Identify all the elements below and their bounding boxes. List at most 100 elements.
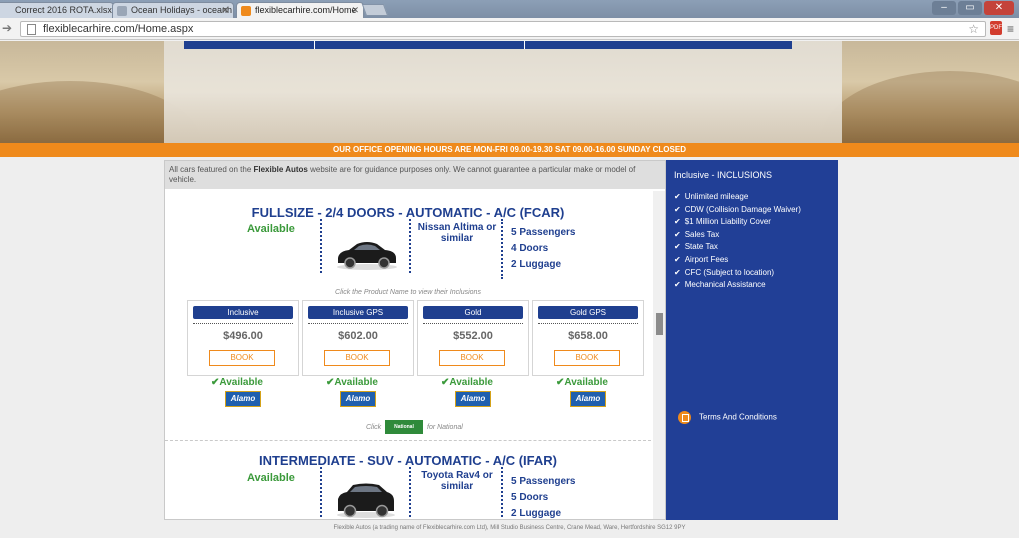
list-item: ✔ State Tax — [674, 242, 718, 252]
rate-name-button[interactable]: Gold — [423, 306, 523, 319]
divider — [538, 323, 638, 324]
divider — [308, 323, 408, 324]
inclusions-sidebar: Inclusive - INCLUSIONS ✔ Unlimited mileag… — [666, 160, 838, 520]
scrollbar-thumb[interactable] — [656, 313, 663, 335]
terms-link[interactable]: Terms And Conditions — [678, 411, 777, 424]
minimize-button[interactable]: – — [932, 1, 956, 15]
divider — [501, 467, 503, 519]
car-specs: 5 Passengers 4 Doors 2 Luggage — [511, 225, 576, 273]
rate-card-gold-gps: Gold GPS $658.00 BOOK — [532, 300, 644, 376]
tab-flexiblecarhire[interactable]: flexiblecarhire.com/Home ✕ — [236, 2, 364, 18]
inclusions-hint: Click the Product Name to view their Inc… — [335, 289, 481, 296]
rate-availability: ✔Available — [211, 377, 263, 388]
bookmark-star-icon[interactable]: ☆ — [968, 22, 979, 36]
check-icon: ✔ — [674, 280, 681, 290]
availability-label: Available — [247, 472, 295, 484]
results-scrollbar[interactable] — [653, 191, 665, 519]
car-image — [337, 483, 395, 518]
spec-passengers: 5 Passengers — [511, 227, 576, 238]
divider — [501, 219, 503, 279]
check-icon: ✔ — [674, 229, 681, 239]
national-click-label: Click — [366, 424, 382, 431]
hero-hill — [820, 71, 1019, 143]
list-item: ✔ Unlimited mileage — [674, 192, 749, 201]
document-icon — [678, 411, 691, 424]
rate-price: $496.00 — [223, 330, 263, 342]
check-icon: ✔ — [674, 192, 681, 201]
divider — [409, 467, 411, 519]
divider — [320, 219, 322, 273]
alamo-logo: Alamo — [570, 391, 606, 407]
list-item: ✔ Sales Tax — [674, 229, 720, 239]
alamo-logo: Alamo — [225, 391, 261, 407]
spec-luggage: 2 Luggage — [511, 259, 562, 270]
car-model: Toyota Rav4 or similar — [421, 470, 493, 492]
book-button[interactable]: BOOK — [439, 350, 505, 366]
window-close-button[interactable]: ✕ — [984, 1, 1014, 15]
maximize-button[interactable]: ▭ — [958, 1, 982, 15]
rate-name-button[interactable]: Inclusive — [193, 306, 293, 319]
rate-card-gold: Gold $552.00 BOOK — [417, 300, 529, 376]
tab-label: Correct 2016 ROTA.xlsx — [15, 5, 112, 15]
tab-label: Ocean Holidays - oceanh — [131, 5, 233, 15]
tab-label: flexiblecarhire.com/Home — [255, 5, 357, 15]
rate-price: $658.00 — [568, 330, 608, 342]
footer-address: Flexible Autos (a trading name of Flexib… — [333, 525, 686, 531]
rate-price: $552.00 — [453, 330, 493, 342]
browser-tab-bar: Correct 2016 ROTA.xlsx Ocean Holidays - … — [0, 0, 1019, 18]
rate-name-button[interactable]: Inclusive GPS — [308, 306, 408, 319]
rate-availability: ✔Available — [326, 377, 378, 388]
rate-name-button[interactable]: Gold GPS — [538, 306, 638, 319]
list-item: ✔ Airport Fees — [674, 254, 729, 264]
check-icon: ✔ — [674, 242, 681, 252]
spec-passengers: 5 Passengers — [511, 476, 576, 487]
close-icon[interactable]: ✕ — [221, 5, 229, 16]
national-suffix-label: for National — [427, 424, 463, 431]
inclusions-list: ✔ Unlimited mileage ✔ CDW (Collision Damag… — [674, 191, 801, 292]
check-icon: ✔ — [674, 254, 681, 264]
car-model: Nissan Altima or similar — [417, 222, 497, 244]
divider — [193, 323, 293, 324]
url-text: flexiblecarhire.com/Home.aspx — [43, 23, 194, 35]
car-title[interactable]: FULLSIZE - 2/4 DOORS - AUTOMATIC - A/C (… — [165, 205, 651, 220]
tab-rota[interactable]: Correct 2016 ROTA.xlsx — [0, 2, 114, 18]
extension-icon[interactable]: PDF — [990, 21, 1002, 35]
disclaimer: All cars featured on the Flexible Autos … — [165, 161, 665, 189]
check-icon: ✔ — [674, 204, 681, 214]
availability-label: Available — [247, 223, 295, 235]
results-panel: All cars featured on the Flexible Autos … — [164, 160, 666, 520]
rate-price: $602.00 — [338, 330, 378, 342]
list-item: ✔ CFC (Subject to location) — [674, 267, 775, 277]
rate-availability: ✔Available — [441, 377, 493, 388]
list-item: ✔ CDW (Collision Damage Waiver) — [674, 204, 801, 214]
list-item: ✔ Mechanical Assistance — [674, 280, 766, 290]
divider — [524, 41, 525, 49]
car-image — [337, 242, 397, 270]
back-arrow-icon[interactable]: ➔ — [2, 21, 12, 35]
national-logo-button[interactable]: National — [385, 420, 423, 434]
spec-doors: 4 Doors — [511, 243, 549, 254]
new-tab-button[interactable] — [361, 4, 389, 16]
book-button[interactable]: BOOK — [554, 350, 620, 366]
car-specs: 5 Passengers 5 Doors 2 Luggage — [511, 474, 576, 519]
page-icon — [27, 24, 36, 35]
book-button[interactable]: BOOK — [324, 350, 390, 366]
sidebar-title: Inclusive - INCLUSIONS — [674, 170, 773, 180]
close-icon[interactable]: ✕ — [351, 5, 359, 16]
divider — [409, 219, 411, 273]
car-title[interactable]: INTERMEDIATE - SUV - AUTOMATIC - A/C (IF… — [165, 453, 651, 468]
opening-hours-banner: OUR OFFICE OPENING HOURS ARE MON-FRI 09.… — [0, 143, 1019, 157]
tab-ocean-holidays[interactable]: Ocean Holidays - oceanh ✕ — [112, 2, 234, 18]
book-button[interactable]: BOOK — [209, 350, 275, 366]
alamo-logo: Alamo — [455, 391, 491, 407]
divider — [314, 41, 315, 49]
menu-icon[interactable]: ≡ — [1007, 22, 1014, 36]
site-favicon-icon — [241, 6, 251, 16]
hero-image — [164, 41, 842, 143]
url-input[interactable]: flexiblecarhire.com/Home.aspx ☆ — [20, 21, 986, 37]
rate-availability: ✔Available — [556, 377, 608, 388]
address-bar-row: ➔ flexiblecarhire.com/Home.aspx ☆ — [0, 18, 1019, 40]
list-item: ✔ $1 Million Liability Cover — [674, 217, 771, 227]
divider — [423, 323, 523, 324]
spec-doors: 5 Doors — [511, 492, 549, 503]
